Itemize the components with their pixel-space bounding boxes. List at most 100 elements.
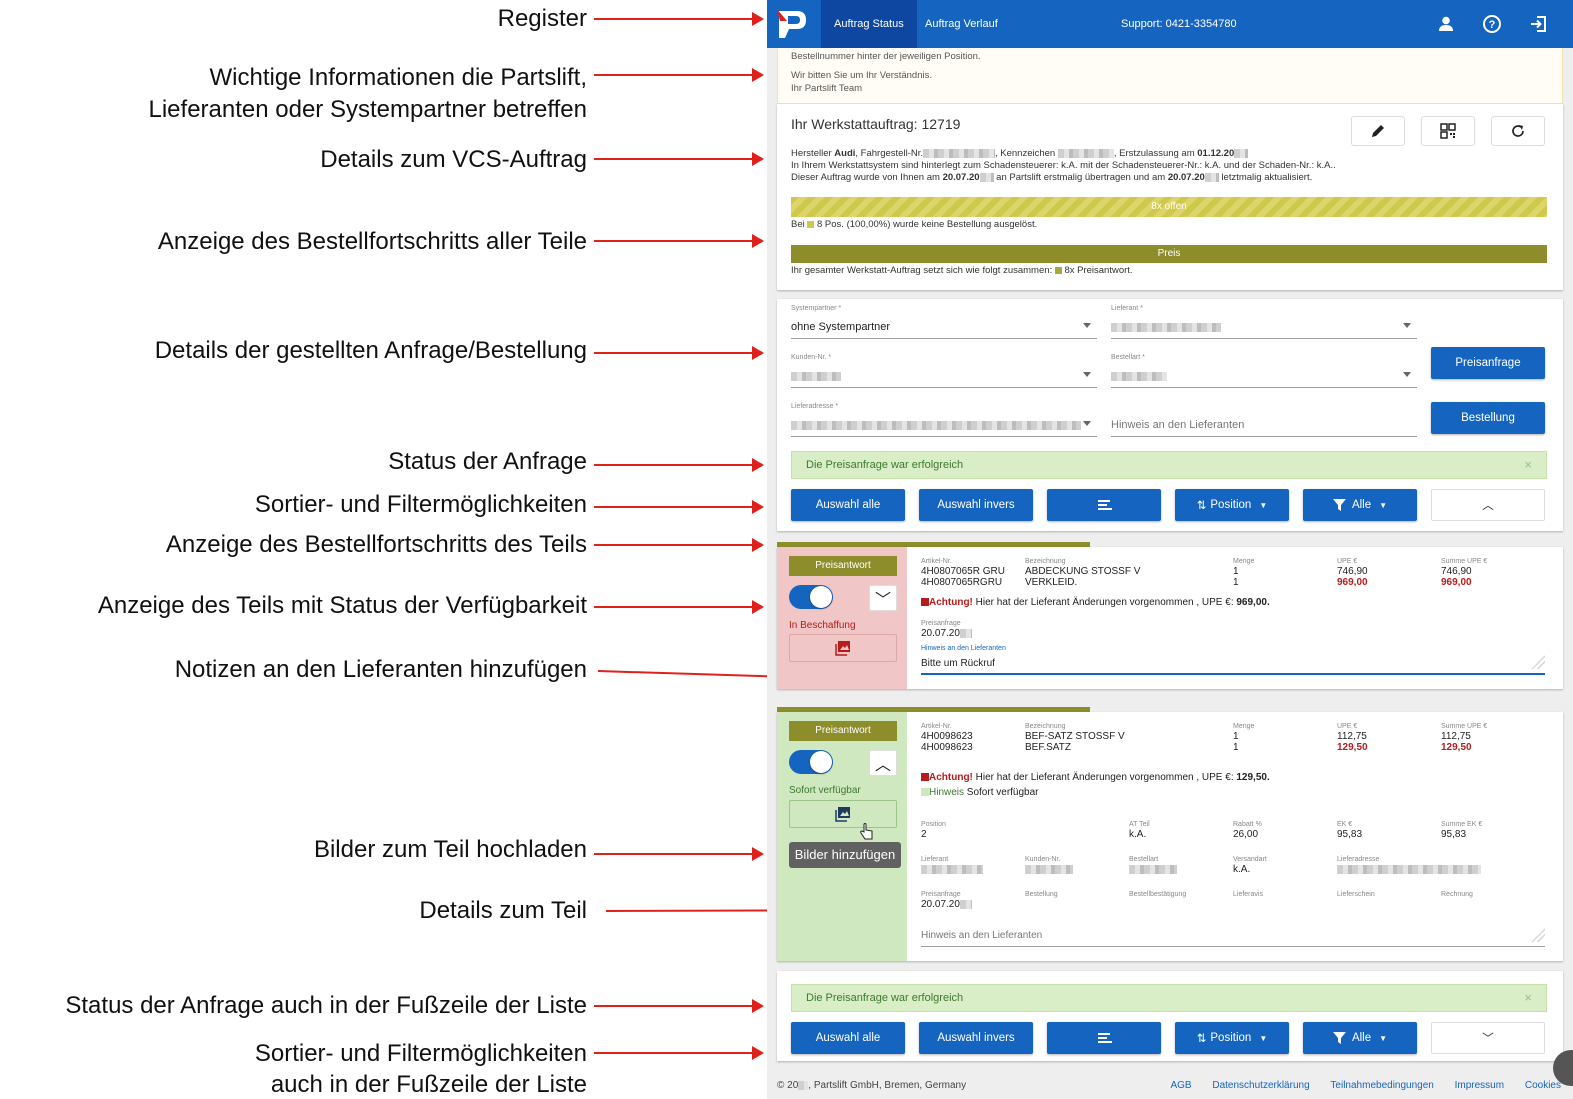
logout-icon[interactable] — [1529, 14, 1549, 34]
versandart-column: Versandart k.A. — [1233, 856, 1267, 875]
preisanfrage-column: Preisanfrage 20.07.20 — [921, 890, 972, 910]
systempartner-select[interactable]: Systempartner * ohne Systempartner — [791, 299, 1097, 339]
notice-line: Wir bitten Sie um Ihr Verständnis. — [791, 70, 932, 81]
annotation-info-line2: Lieferanten oder Systempartner betreffen — [148, 96, 588, 123]
upload-image-button[interactable] — [789, 634, 897, 662]
tab-auftrag-status[interactable]: Auftrag Status — [821, 0, 917, 48]
lieferadresse-select[interactable]: Lieferadresse * — [791, 397, 1097, 437]
order-price-note: Ihr gesamter Werkstatt-Auftrag setzt sic… — [791, 265, 1133, 276]
artikel-column: Artikel-Nr. 4H0807065R GRU 4H0807065RGRU — [921, 558, 1005, 588]
bestellart-column: Bestellart — [1129, 855, 1177, 875]
sort-direction-button[interactable] — [1047, 489, 1161, 521]
footer-links: AGB Datenschutzerklärung Teilnahmebeding… — [1152, 1076, 1561, 1096]
select-invert-button[interactable]: Auswahl invers — [919, 489, 1033, 521]
user-icon[interactable] — [1436, 14, 1456, 34]
annotation-arrow — [594, 458, 764, 472]
link-teilnahmebedingungen[interactable]: Teilnahmebedingungen — [1330, 1080, 1433, 1091]
chevron-up-icon: ︿ — [1482, 500, 1494, 512]
part-select-toggle[interactable] — [789, 585, 833, 609]
rabatt-column: Rabatt % 26,00 — [1233, 821, 1262, 840]
select-invert-button[interactable]: Auswahl invers — [919, 1022, 1033, 1054]
lieferschein-column: Lieferschein — [1337, 891, 1375, 898]
close-icon[interactable]: × — [1524, 452, 1532, 478]
supplier-change-warning: Achtung! Hier hat der Lieferant Änderung… — [921, 597, 1270, 608]
tooltip: Bilder hinzufügen — [789, 842, 901, 868]
sort-lines-icon — [1098, 500, 1112, 510]
filter-icon — [1332, 499, 1346, 511]
annotation-supplier-notes: Notizen an den Lieferanten hinzufügen — [174, 656, 587, 683]
order-details-line3: Dieser Auftrag wurde von Ihnen am 20.07.… — [791, 172, 1313, 183]
upload-image-button[interactable] — [789, 800, 897, 840]
collapse-button[interactable]: ︿ — [1431, 489, 1545, 521]
dropdown-arrow-icon — [1403, 372, 1411, 377]
lieferant-column: Lieferant — [921, 855, 983, 875]
annotation-register: Register — [497, 5, 587, 32]
caret-down-icon: ▼ — [1379, 500, 1388, 510]
sort-position-button[interactable]: ⇅ Position ▼ — [1175, 489, 1289, 521]
annotation-arrow — [594, 234, 764, 248]
part-row: Preisantwort ︿ Sofort verfügbar Bilder h… — [777, 712, 1563, 961]
bestellart-select[interactable]: Bestellart * — [1111, 348, 1417, 388]
annotation-arrow — [594, 999, 764, 1013]
order-details-line2: In Ihrem Werkstattsystem sind hinterlegt… — [791, 160, 1336, 171]
collapse-part-button[interactable]: ︿ — [869, 750, 897, 776]
dropdown-arrow-icon — [1083, 372, 1091, 377]
chevron-down-icon: ﹀ — [874, 592, 891, 609]
qr-code-button[interactable] — [1421, 116, 1475, 146]
bestellung-button[interactable]: Bestellung — [1431, 402, 1545, 434]
part-select-toggle[interactable] — [789, 750, 833, 774]
supplier-note-input[interactable]: Bitte um Rückruf — [921, 655, 1545, 675]
part-status-panel: Preisantwort ︿ Sofort verfügbar Bilder h… — [777, 712, 907, 961]
hinweis-lieferant-input[interactable]: Hinweis an den Lieferanten — [1111, 397, 1417, 437]
summe-upe-column: Summe UPE €746,90 969,00 — [1441, 558, 1488, 588]
upe-column: UPE €746,90 969,00 — [1337, 558, 1368, 588]
filter-button[interactable]: Alle ▼ — [1303, 1022, 1417, 1054]
sort-direction-button[interactable] — [1047, 1022, 1161, 1054]
expand-button[interactable]: ﹀ — [869, 585, 897, 611]
supplier-change-warning: Achtung! Hier hat der Lieferant Änderung… — [921, 772, 1270, 783]
sort-arrows-icon: ⇅ — [1196, 1033, 1207, 1045]
kunden-nr-column: Kunden-Nr. — [1025, 855, 1073, 875]
lieferant-select[interactable]: Lieferant * — [1111, 299, 1417, 339]
upe-column: UPE €112,75 129,50 — [1337, 723, 1368, 753]
availability-hint: Hinweis Sofort verfügbar — [921, 787, 1039, 798]
request-status-alert: Die Preisanfrage war erfolgreich × — [791, 984, 1547, 1012]
link-impressum[interactable]: Impressum — [1455, 1080, 1504, 1091]
tab-auftrag-verlauf[interactable]: Auftrag Verlauf — [912, 0, 1011, 48]
expand-list-button[interactable]: ﹀ — [1431, 1022, 1545, 1054]
notice-line: Ihr Partslift Team — [791, 83, 863, 94]
chevron-down-icon: ﹀ — [1482, 1033, 1494, 1045]
preisanfrage-button[interactable]: Preisanfrage — [1431, 347, 1545, 379]
partslift-app: Auftrag Status Auftrag Verlauf Support: … — [767, 0, 1573, 1099]
availability-status: In Beschaffung — [789, 620, 856, 631]
edit-button[interactable] — [1351, 116, 1405, 146]
help-icon[interactable]: ? — [1482, 14, 1502, 34]
order-card: Ihr Werkstattauftrag: 12719 Hersteller A… — [777, 104, 1563, 290]
request-status-alert: Die Preisanfrage war erfolgreich × — [791, 451, 1547, 479]
partslift-logo[interactable] — [767, 0, 817, 48]
kunden-nr-select[interactable]: Kunden-Nr. * — [791, 348, 1097, 388]
select-all-button[interactable]: Auswahl alle — [791, 1022, 905, 1054]
refresh-button[interactable] — [1491, 116, 1545, 146]
image-icon — [835, 641, 850, 656]
select-all-button[interactable]: Auswahl alle — [791, 489, 905, 521]
close-icon[interactable]: × — [1524, 985, 1532, 1011]
annotation-arrow — [594, 68, 764, 82]
annotation-arrow — [594, 12, 764, 26]
link-cookies[interactable]: Cookies — [1525, 1080, 1561, 1091]
resize-handle-icon[interactable] — [1531, 928, 1545, 942]
svg-text:?: ? — [1489, 19, 1496, 31]
screenshot: Register Wichtige Informationen die Part… — [0, 0, 1573, 1099]
supplier-note-input[interactable]: Hinweis an den Lieferanten — [921, 927, 1545, 947]
notice-line: Bestellnummer hinter der jeweiligen Posi… — [791, 51, 981, 62]
link-datenschutz[interactable]: Datenschutzerklärung — [1212, 1080, 1309, 1091]
dropdown-arrow-icon — [1403, 323, 1411, 328]
annotation-info-line1: Wichtige Informationen die Partslift, — [209, 64, 588, 91]
annotation-arrow — [594, 600, 764, 614]
resize-handle-icon[interactable] — [1531, 655, 1545, 669]
filter-button[interactable]: Alle ▼ — [1303, 489, 1417, 521]
list-footer-card: Die Preisanfrage war erfolgreich × Auswah… — [777, 971, 1563, 1061]
support-phone: Support: 0421-3354780 — [1121, 18, 1237, 30]
sort-position-button[interactable]: ⇅ Position ▼ — [1175, 1022, 1289, 1054]
link-agb[interactable]: AGB — [1170, 1080, 1191, 1091]
